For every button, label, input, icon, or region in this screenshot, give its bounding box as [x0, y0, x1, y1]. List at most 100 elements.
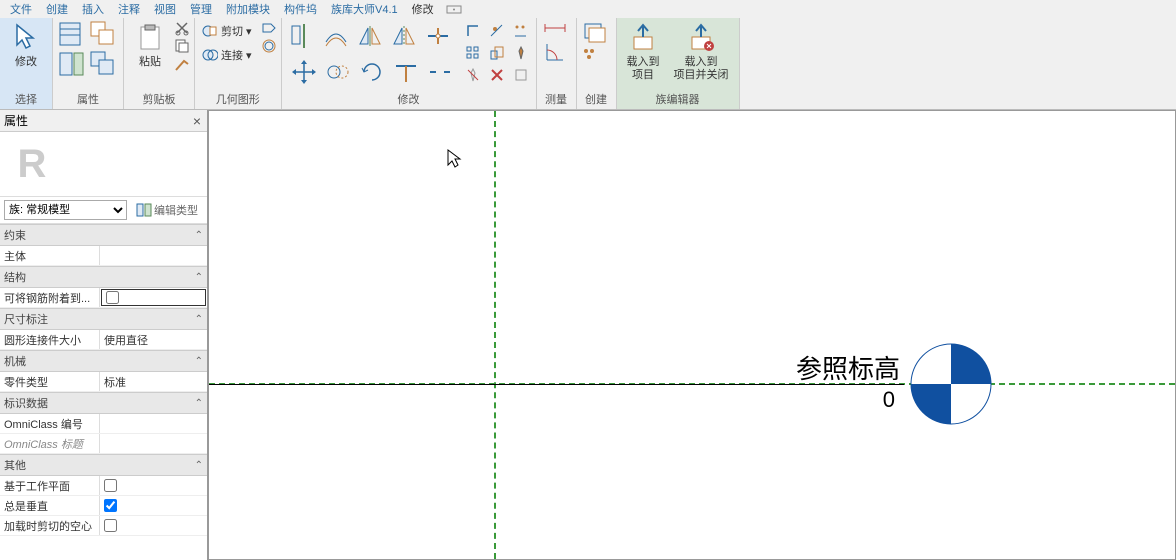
panel-title-measure: 测量	[541, 89, 572, 109]
create-group-icon[interactable]	[581, 46, 609, 62]
collapse-icon: ⌃	[195, 272, 203, 283]
properties-type-row: 族: 常规模型 编辑类型	[0, 197, 207, 224]
tab-file[interactable]: 文件	[4, 0, 38, 19]
panel-title-family-editor: 族编辑器	[621, 89, 735, 109]
ribbon-panel-create: 创建	[577, 18, 617, 109]
trim-single-icon[interactable]	[488, 22, 506, 40]
section-dimension[interactable]: 尺寸标注⌃	[0, 308, 207, 330]
geom-icon-2[interactable]	[261, 38, 277, 54]
type-properties-icon[interactable]	[57, 50, 87, 78]
load-project-icon	[627, 22, 659, 54]
pin-icon[interactable]	[512, 44, 530, 62]
trim-extend-icon[interactable]	[390, 56, 422, 88]
delete-icon[interactable]	[488, 66, 506, 84]
rotate-icon[interactable]	[356, 56, 388, 88]
prop-round-conn[interactable]: 圆形连接件大小使用直径	[0, 330, 207, 350]
properties-icon[interactable]	[57, 20, 87, 48]
trim-multi-icon[interactable]	[512, 22, 530, 40]
properties-grid[interactable]: 约束⌃ 主体 结构⌃ 可将钢筋附着到... 尺寸标注⌃ 圆形连接件大小使用直径 …	[0, 224, 207, 560]
offset-icon[interactable]	[320, 20, 352, 52]
mirror-draw-icon[interactable]	[388, 20, 420, 52]
family-type-selector[interactable]: 族: 常规模型	[4, 200, 127, 220]
cut-icon[interactable]	[174, 20, 190, 36]
overflow-icon[interactable]	[446, 3, 464, 15]
ribbon-panel-modify: 修改	[282, 18, 537, 109]
level-elevation-value[interactable]: 0	[883, 387, 895, 413]
match-icon[interactable]	[174, 56, 190, 72]
prop-omni-title[interactable]: OmniClass 标题	[0, 434, 207, 454]
section-structure[interactable]: 结构⌃	[0, 266, 207, 288]
project-browser-icon[interactable]	[89, 50, 119, 78]
section-identity[interactable]: 标识数据⌃	[0, 392, 207, 414]
prop-host[interactable]: 主体	[0, 246, 207, 266]
dropdown-arrow-icon: ▾	[246, 25, 252, 38]
prop-rebar-attach[interactable]: 可将钢筋附着到...	[0, 288, 207, 308]
tab-addins[interactable]: 附加模块	[220, 0, 276, 19]
reference-plane-vertical[interactable]	[494, 111, 496, 559]
ribbon-panel-select: 修改 选择	[0, 18, 53, 109]
tab-annotate[interactable]: 注释	[112, 0, 146, 19]
tab-create[interactable]: 创建	[40, 0, 74, 19]
angular-dim-icon[interactable]	[541, 38, 569, 66]
level-name-label[interactable]: 参照标高	[796, 349, 900, 386]
modify-button[interactable]: 修改	[4, 20, 48, 71]
demolish-icon[interactable]	[512, 66, 530, 84]
ribbon: 修改 选择 属性 粘贴	[0, 18, 1176, 110]
mirror-axis-icon[interactable]	[354, 20, 386, 52]
geom-icon-1[interactable]	[261, 20, 277, 36]
family-types-icon[interactable]	[89, 20, 119, 48]
move-icon[interactable]	[288, 56, 320, 88]
join-geometry-button[interactable]: 连接 ▾	[199, 44, 255, 66]
align-icon[interactable]	[286, 20, 318, 52]
revit-logo-icon: R	[8, 140, 56, 188]
split-icon[interactable]	[422, 20, 454, 52]
prop-workplane[interactable]: 基于工作平面	[0, 476, 207, 496]
tab-manage[interactable]: 管理	[184, 0, 218, 19]
section-other[interactable]: 其他⌃	[0, 454, 207, 476]
cut-geometry-button[interactable]: 剪切 ▾	[199, 20, 255, 42]
load-close-button[interactable]: 载入到 项目并关闭	[668, 20, 735, 84]
always-vert-checkbox[interactable]	[104, 499, 117, 512]
ribbon-panel-clipboard: 粘贴 剪贴板	[124, 18, 195, 109]
scale-icon[interactable]	[488, 44, 506, 62]
collapse-icon: ⌃	[195, 356, 203, 367]
prop-omni-num[interactable]: OmniClass 编号	[0, 414, 207, 434]
paste-button[interactable]: 粘贴	[128, 20, 172, 71]
load-into-project-button[interactable]: 载入到 项目	[621, 20, 666, 84]
section-constraint[interactable]: 约束⌃	[0, 224, 207, 246]
copy-modify-icon[interactable]	[322, 56, 354, 88]
tab-zuku[interactable]: 族库大师V4.1	[325, 0, 404, 19]
ribbon-panel-geometry: 剪切 ▾ 连接 ▾ 几何图形	[195, 18, 282, 109]
level-marker-icon[interactable]	[910, 343, 990, 423]
tab-view[interactable]: 视图	[148, 0, 182, 19]
collapse-icon: ⌃	[195, 230, 203, 241]
section-mechanical[interactable]: 机械⌃	[0, 350, 207, 372]
trim-corner-icon[interactable]	[464, 22, 482, 40]
panel-title-properties: 属性	[57, 89, 119, 109]
cut-void-checkbox[interactable]	[104, 519, 117, 532]
tab-insert[interactable]: 插入	[76, 0, 110, 19]
drawing-canvas[interactable]: 参照标高 0	[208, 110, 1176, 560]
prop-always-vert[interactable]: 总是垂直	[0, 496, 207, 516]
close-icon[interactable]: ×	[189, 113, 205, 129]
prop-cut-void[interactable]: 加载时剪切的空心	[0, 516, 207, 536]
edit-type-button[interactable]: 编辑类型	[131, 199, 203, 221]
ribbon-panel-properties: 属性	[53, 18, 124, 109]
properties-panel: 属性 × R 族: 常规模型 编辑类型 约束⌃ 主体 结构⌃ 可将钢筋附着到..…	[0, 110, 208, 560]
rebar-attach-checkbox[interactable]	[106, 291, 119, 304]
workplane-checkbox[interactable]	[104, 479, 117, 492]
panel-title-geometry: 几何图形	[199, 89, 277, 109]
create-similar-icon[interactable]	[581, 20, 609, 44]
aligned-dim-icon[interactable]	[541, 20, 569, 36]
array-icon[interactable]	[464, 44, 482, 62]
properties-title-label: 属性	[4, 112, 28, 129]
panel-title-clipboard: 剪贴板	[128, 89, 190, 109]
panel-title-modify: 修改	[286, 89, 532, 109]
properties-title-bar: 属性 ×	[0, 110, 207, 132]
split-gap-icon[interactable]	[424, 56, 456, 88]
prop-part-type[interactable]: 零件类型标准	[0, 372, 207, 392]
copy-icon[interactable]	[174, 38, 190, 54]
tab-goujianwu[interactable]: 构件坞	[278, 0, 323, 19]
unpin-icon[interactable]	[464, 66, 482, 84]
tab-modify[interactable]: 修改	[406, 0, 440, 19]
